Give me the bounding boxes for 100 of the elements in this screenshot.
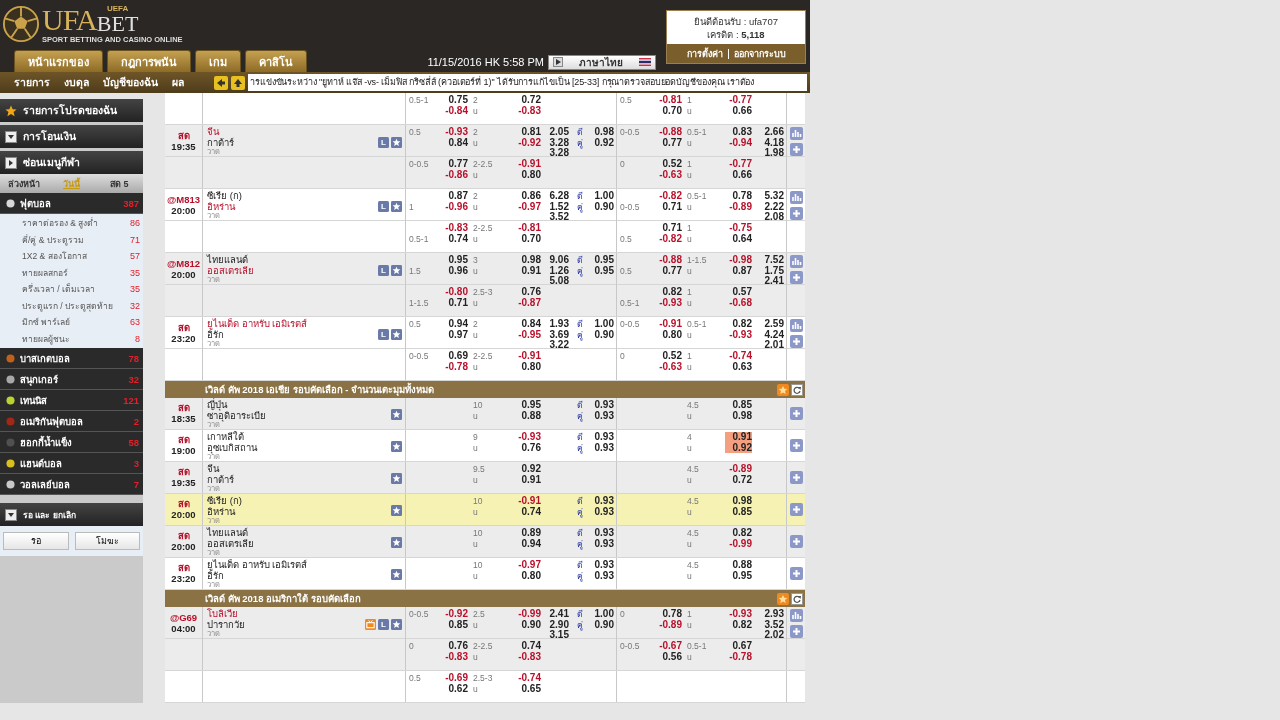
- odds-value[interactable]: 0.52: [662, 159, 682, 170]
- odds-value[interactable]: 0.98: [732, 410, 752, 421]
- odds-value[interactable]: 0.97: [448, 329, 468, 340]
- account-link[interactable]: การตั้งค่า: [686, 46, 723, 61]
- odds-value[interactable]: 0.80: [521, 361, 541, 372]
- odds-value[interactable]: 1.00: [594, 609, 614, 620]
- language-selector[interactable]: ภาษาไทย: [548, 54, 656, 70]
- live-badge[interactable]: L: [378, 619, 389, 631]
- odds-value[interactable]: 0.93: [594, 432, 614, 443]
- odds-value[interactable]: -0.91: [518, 159, 541, 170]
- odds-value[interactable]: 4.18: [764, 137, 784, 148]
- odds-value[interactable]: 0.91: [724, 432, 752, 443]
- odds-value[interactable]: 2.59: [764, 319, 784, 330]
- odds-value[interactable]: 3.15: [549, 630, 569, 641]
- team-name[interactable]: ไทยแลนด์: [207, 255, 378, 266]
- team-name[interactable]: อิหร่าน: [207, 201, 378, 212]
- sub-menu-item[interactable]: รายการ: [14, 74, 50, 91]
- team-name[interactable]: จีน: [207, 464, 391, 475]
- odds-value[interactable]: 6.28: [549, 191, 569, 202]
- odds-value[interactable]: -0.81: [518, 223, 541, 234]
- plus-icon[interactable]: [789, 439, 803, 452]
- chart-icon[interactable]: [789, 191, 803, 205]
- sidebar-panel[interactable]: ซ่อนเมนูกีฬา: [0, 151, 143, 174]
- odds-value[interactable]: 5.32: [764, 191, 784, 202]
- odds-value[interactable]: 2.66: [764, 127, 784, 138]
- odds-value[interactable]: -0.77: [729, 95, 752, 106]
- odds-value[interactable]: 0.82: [732, 528, 752, 539]
- odds-value[interactable]: -0.96: [445, 201, 468, 212]
- odds-value[interactable]: -0.89: [659, 619, 682, 630]
- team-name[interactable]: ออสเตรเลีย: [207, 538, 391, 549]
- chart-icon[interactable]: [789, 319, 803, 333]
- sub-menu-item[interactable]: ผล: [172, 74, 184, 91]
- odds-value[interactable]: 9.06: [549, 255, 569, 266]
- odds-value[interactable]: 1.52: [549, 201, 569, 212]
- left-arrow-icon[interactable]: [214, 75, 228, 90]
- odds-value[interactable]: 1.00: [594, 319, 614, 330]
- bet-type-item[interactable]: คี่/คู่ & ประตูรวม 71: [0, 231, 143, 248]
- odds-value[interactable]: 0.78: [732, 191, 752, 202]
- odds-value[interactable]: 0.95: [521, 400, 541, 411]
- odds-value[interactable]: -0.94: [729, 137, 752, 148]
- odds-value[interactable]: 0.93: [594, 410, 614, 421]
- team-name[interactable]: จีน: [207, 127, 378, 138]
- live-badge[interactable]: L: [378, 329, 389, 341]
- plus-icon[interactable]: [789, 535, 803, 548]
- odds-value[interactable]: 0.84: [521, 319, 541, 330]
- odds-value[interactable]: 0.77: [662, 137, 682, 148]
- team-name[interactable]: อิรัก: [207, 329, 378, 340]
- star-icon[interactable]: [391, 619, 402, 631]
- odds-value[interactable]: 0.70: [521, 233, 541, 244]
- odds-value[interactable]: -0.97: [518, 560, 541, 571]
- odds-value[interactable]: 0.93: [594, 496, 614, 507]
- odds-value[interactable]: 0.65: [521, 683, 541, 694]
- odds-value[interactable]: 0.56: [662, 651, 682, 662]
- odds-value[interactable]: 0.89: [521, 528, 541, 539]
- odds-value[interactable]: 3.22: [549, 340, 569, 351]
- plus-icon[interactable]: [789, 567, 803, 580]
- odds-value[interactable]: 0.88: [732, 560, 752, 571]
- tv-icon[interactable]: [365, 619, 376, 631]
- team-name[interactable]: ยูไนเต็ด อาหรับ เอมิเรตส์: [207, 319, 378, 330]
- odds-value[interactable]: -0.77: [729, 159, 752, 170]
- odds-value[interactable]: -0.82: [659, 191, 682, 202]
- odds-value[interactable]: -0.92: [518, 137, 541, 148]
- refresh-icon[interactable]: [791, 383, 803, 396]
- team-name[interactable]: อิหร่าน: [207, 506, 391, 517]
- odds-value[interactable]: 0.98: [732, 496, 752, 507]
- odds-value[interactable]: 0.69: [448, 351, 468, 362]
- odds-value[interactable]: -0.84: [445, 105, 468, 116]
- odds-value[interactable]: -0.83: [445, 223, 468, 234]
- odds-value[interactable]: 0.83: [732, 127, 752, 138]
- odds-value[interactable]: -0.91: [518, 496, 541, 507]
- odds-value[interactable]: 0.64: [732, 233, 752, 244]
- sport-item[interactable]: เทนนิส 121: [0, 390, 143, 411]
- team-name[interactable]: ปารากวัย: [207, 619, 365, 630]
- odds-value[interactable]: 0.93: [594, 560, 614, 571]
- sport-item[interactable]: วอลเลย์บอล 7: [0, 474, 143, 495]
- odds-value[interactable]: 1.00: [594, 191, 614, 202]
- odds-value[interactable]: 0.82: [732, 319, 752, 330]
- odds-value[interactable]: 0.85: [732, 400, 752, 411]
- team-name[interactable]: กาต้าร์: [207, 474, 391, 485]
- odds-value[interactable]: 0.80: [662, 329, 682, 340]
- team-name[interactable]: อิรัก: [207, 570, 391, 581]
- odds-value[interactable]: 2.41: [549, 609, 569, 620]
- sport-item[interactable]: สนุกเกอร์ 32: [0, 369, 143, 390]
- odds-value[interactable]: 0.71: [662, 201, 682, 212]
- odds-value[interactable]: 0.71: [662, 223, 682, 234]
- star-icon[interactable]: [391, 537, 402, 548]
- odds-value[interactable]: 0.74: [448, 233, 468, 244]
- odds-value[interactable]: -0.89: [729, 201, 752, 212]
- odds-value[interactable]: 0.74: [521, 506, 541, 517]
- odds-value[interactable]: 0.98: [594, 127, 614, 138]
- odds-value[interactable]: -0.83: [518, 651, 541, 662]
- bet-type-item[interactable]: ประตูแรก / ประตูสุดท้าย 32: [0, 297, 143, 314]
- odds-value[interactable]: 2.41: [764, 276, 784, 287]
- odds-value[interactable]: -0.93: [729, 609, 752, 620]
- odds-value[interactable]: 2.22: [764, 201, 784, 212]
- odds-value[interactable]: 1.93: [549, 319, 569, 330]
- odds-value[interactable]: 1.75: [764, 265, 784, 276]
- bet-type-item[interactable]: ทายผลผู้ชนะ 8: [0, 330, 143, 347]
- star-icon[interactable]: [391, 201, 402, 213]
- odds-value[interactable]: 7.52: [764, 255, 784, 266]
